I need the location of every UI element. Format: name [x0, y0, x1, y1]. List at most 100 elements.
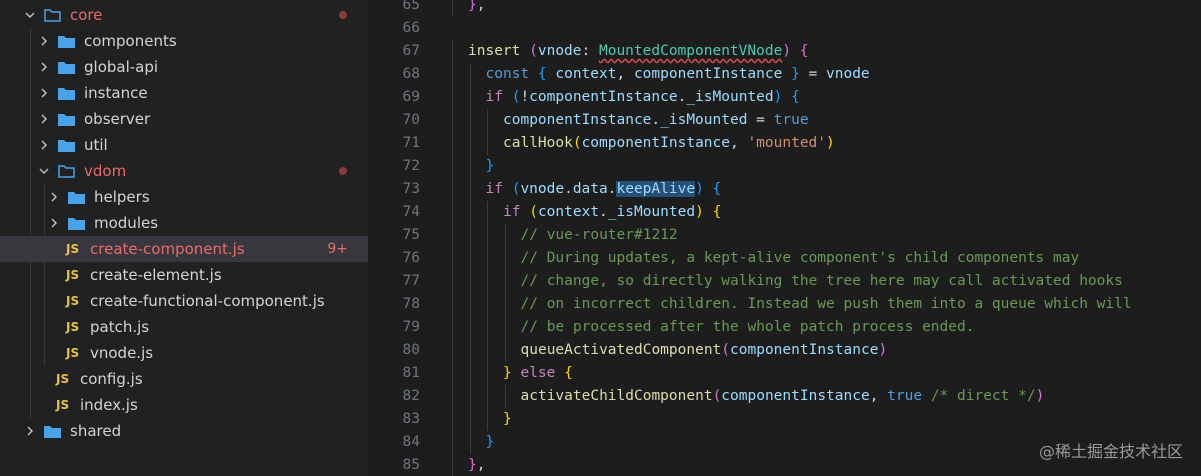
chevron-down-icon[interactable]	[38, 165, 50, 177]
code-line[interactable]: 79 // be processed after the whole patch …	[368, 316, 1201, 339]
code-editor[interactable]: 65}, 66 67 insert (vnode: MountedComponentV…	[368, 0, 1201, 476]
code-token: {	[564, 365, 573, 381]
tree-item-label: helpers	[94, 188, 150, 206]
code-token: {	[799, 43, 809, 59]
code-text: // on incorrect children. Instead we pus…	[521, 293, 1132, 316]
code-token: callHook	[503, 135, 573, 151]
tree-folder[interactable]: util	[0, 132, 368, 158]
tree-item-label: util	[84, 136, 108, 154]
code-text: },	[468, 454, 485, 476]
code-token: activateChildComponent	[520, 388, 713, 404]
code-line[interactable]: 80 queueActivatedComponent(componentInsta…	[368, 339, 1201, 362]
code-line[interactable]: 76 // During updates, a kept-alive compon…	[368, 247, 1201, 270]
code-text: // During updates, a kept-alive componen…	[521, 247, 1080, 270]
tree-folder[interactable]: global-api	[0, 54, 368, 80]
code-line[interactable]: 69 if (!componentInstance._isMounted) {	[368, 86, 1201, 109]
code-line[interactable]: 82 activateChildComponent(componentInstan…	[368, 385, 1201, 408]
code-line[interactable]: 78 // on incorrect children. Instead we p…	[368, 293, 1201, 316]
code-line[interactable]: 72}	[368, 155, 1201, 178]
tree-file[interactable]: JS patch.js	[0, 314, 368, 340]
line-number: 81	[402, 365, 420, 381]
vscode-window: core components global-api instance observer…	[0, 0, 1201, 476]
tree-file[interactable]: JS create-element.js	[0, 262, 368, 288]
code-line[interactable]: 77 // change, so directly walking the tre…	[368, 270, 1201, 293]
code-line[interactable]: 83}	[368, 408, 1201, 431]
tree-folder[interactable]: observer	[0, 106, 368, 132]
tree-folder[interactable]: instance	[0, 80, 368, 106]
indent-guide	[452, 454, 453, 476]
chevron-right-icon[interactable]	[48, 217, 60, 229]
file-explorer: core components global-api instance observer…	[0, 0, 368, 476]
line-number: 80	[402, 342, 420, 358]
js-file-icon: JS	[66, 346, 80, 360]
code-line[interactable]: 67 insert (vnode: MountedComponentVNode) …	[368, 40, 1201, 63]
tree-folder[interactable]: shared	[0, 418, 368, 444]
code-line[interactable]: 70 componentInstance._isMounted = true	[368, 109, 1201, 132]
folder-icon	[44, 425, 61, 438]
folder-icon	[68, 191, 85, 204]
tree-folder[interactable]: modules	[0, 210, 368, 236]
chevron-right-icon[interactable]	[38, 113, 50, 125]
code-token: }	[485, 434, 495, 450]
indent-guide	[452, 109, 453, 132]
code-line[interactable]: 68 const { context, componentInstance } =…	[368, 63, 1201, 86]
chevron-right-icon[interactable]	[38, 35, 50, 47]
code-line[interactable]: 65},	[368, 0, 1201, 17]
tree-file[interactable]: JS create-component.js 9+	[0, 236, 368, 262]
code-line[interactable]: 73 if (vnode.data.keepAlive) {	[368, 178, 1201, 201]
indent-guide	[487, 109, 488, 132]
indent-guide	[469, 86, 471, 109]
code-token: ,	[476, 457, 486, 473]
folder-open-icon	[44, 8, 61, 22]
tree-file[interactable]: JS index.js	[0, 392, 368, 418]
code-token: =	[799, 66, 827, 82]
code-line[interactable]: 81} else {	[368, 362, 1201, 385]
indent-guide	[469, 293, 471, 316]
code-token: .	[599, 204, 608, 220]
tree-file[interactable]: JS config.js	[0, 366, 368, 392]
folder-icon	[58, 139, 75, 152]
chevron-right-icon[interactable]	[48, 191, 60, 203]
chevron-right-icon[interactable]	[38, 139, 50, 151]
line-number: 70	[402, 112, 420, 128]
code-token: }	[791, 66, 800, 82]
code-token: // on incorrect children. Instead we pus…	[520, 296, 1132, 312]
code-token: }	[503, 411, 512, 427]
indent-guide	[504, 339, 506, 362]
indent-guide	[452, 63, 453, 86]
js-file-icon: JS	[66, 268, 80, 282]
line-number: 73	[402, 181, 420, 197]
tree-folder[interactable]: components	[0, 28, 368, 54]
chevron-right-icon[interactable]	[24, 425, 36, 437]
code-token: // be processed after the whole patch pr…	[520, 319, 975, 335]
tree-folder[interactable]: vdom	[0, 158, 368, 184]
tree-file[interactable]: JS create-functional-component.js	[0, 288, 368, 314]
indent-guide	[452, 408, 453, 431]
chevron-right-icon[interactable]	[38, 87, 50, 99]
line-number: 82	[402, 388, 420, 404]
line-number: 65	[402, 0, 420, 13]
indent-guide	[487, 385, 488, 408]
tree-file[interactable]: JS vnode.js	[0, 340, 368, 366]
indent-guide	[452, 86, 453, 109]
tree-folder[interactable]: core	[0, 2, 368, 28]
indent-guide	[452, 385, 453, 408]
tree-item-label: create-element.js	[90, 266, 222, 284]
code-line[interactable]: 71 callHook(componentInstance, 'mounted')	[368, 132, 1201, 155]
indent-guide	[469, 178, 471, 201]
code-line[interactable]: 66	[368, 17, 1201, 40]
indent-guide	[487, 362, 488, 385]
code-line[interactable]: 74 if (context._isMounted) {	[368, 201, 1201, 224]
indent-guide	[487, 316, 488, 339]
code-token: !	[520, 89, 530, 105]
modified-dot-icon	[339, 167, 347, 175]
indent-guide	[487, 247, 488, 270]
code-token: true	[887, 388, 923, 404]
code-line[interactable]: 75 // vue-router#1212	[368, 224, 1201, 247]
tree-folder[interactable]: helpers	[0, 184, 368, 210]
line-number: 84	[402, 434, 420, 450]
chevron-down-icon[interactable]	[24, 9, 36, 21]
chevron-right-icon[interactable]	[38, 61, 50, 73]
code-token: _isMounted	[607, 204, 696, 220]
